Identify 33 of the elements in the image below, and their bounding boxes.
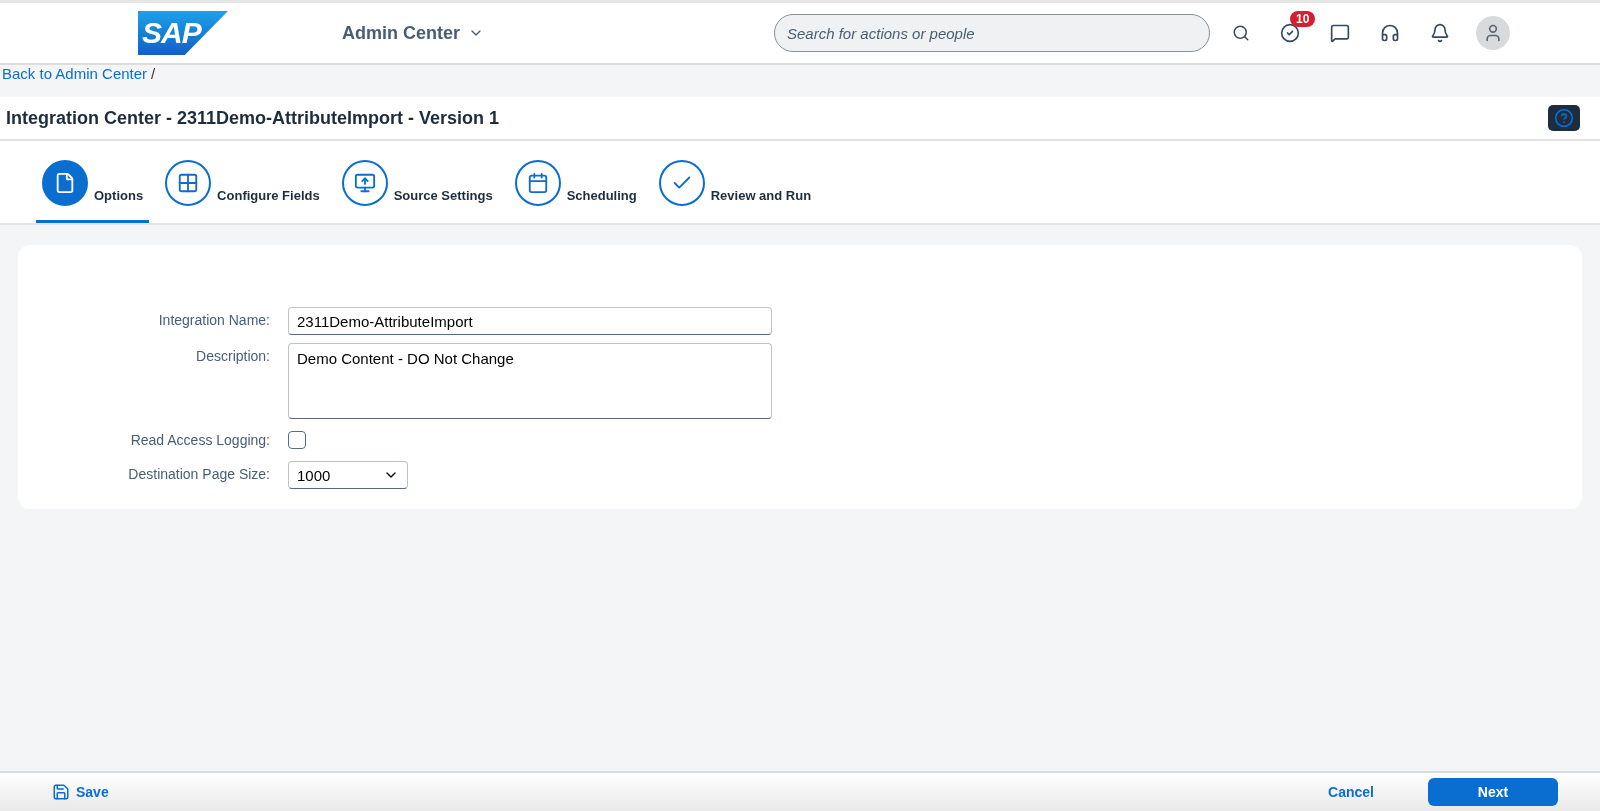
field-label: Destination Page Size: [127,465,270,484]
help-button[interactable] [1548,105,1580,131]
app-menu[interactable]: Admin Center [336,21,490,45]
cancel-button[interactable]: Cancel [1322,783,1380,801]
wizard-step[interactable]: Source Settings [335,160,499,223]
step-icon [42,160,88,206]
save-button[interactable]: Save [46,782,115,802]
notification-count: 10 [1290,11,1316,27]
check-circle-icon [1280,23,1300,43]
field-label: Integration Name: [157,311,270,330]
search-field[interactable]: Search for actions or people [774,14,1210,52]
logo[interactable]: SAP [138,11,228,55]
step-icon [514,160,561,206]
breadcrumb-link[interactable]: Back to Admin Center [2,65,148,82]
wizard-step[interactable]: Review and Run [652,160,818,223]
breadcrumb-separator: / [151,65,156,82]
todo-button[interactable]: 10 [1276,11,1316,47]
avatar[interactable] [1476,16,1510,50]
next-button[interactable]: Next [1428,778,1558,806]
page-size-dropdown[interactable]: 1000 [288,461,408,489]
wizard-step[interactable]: Options [36,160,150,223]
field-label: Description: [195,347,270,366]
integration-name-field[interactable]: 2311Demo-AttributeImport [288,307,772,335]
save-icon [52,783,70,801]
step-icon [341,160,388,206]
checkbox[interactable] [288,431,306,449]
wizard-step[interactable]: Configure Fields [159,160,326,223]
field-label: Read Access Logging: [129,431,270,450]
description-field[interactable]: Demo Content - DO Not Change [288,343,772,419]
page-title: Integration Center - 2311Demo-AttributeImport - Version 1 [6,107,500,129]
step-icon [165,160,212,206]
step-icon [658,160,705,206]
wizard-step[interactable]: Scheduling [508,160,643,223]
